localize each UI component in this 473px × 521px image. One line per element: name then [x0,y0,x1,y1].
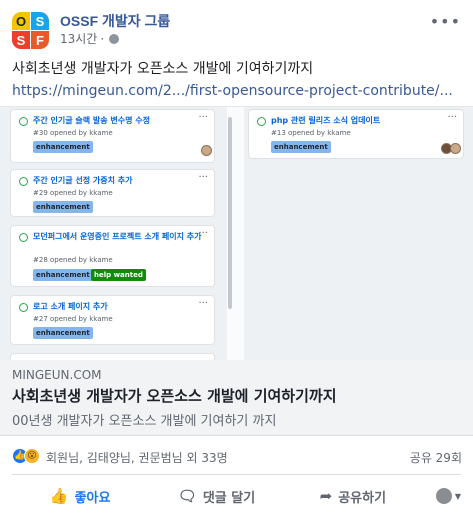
issue-card: php 관련 릴리즈 소식 업데이트 #13 opened by kkame ·… [248,109,464,159]
post-text: 사회초년생 개발자가 오픈소스 개발에 기여하기까지 [12,61,314,77]
issue-card: 주간 인기글 슬랙 발송 변수명 수정 #30 opened by kkame … [10,109,215,163]
card-menu-icon: ··· [447,112,457,123]
like-button[interactable]: 👍 좋아요 [12,479,148,513]
issue-open-icon [19,303,28,312]
post-link[interactable]: https://mingeun.com/2.../first-opensourc… [12,83,453,99]
issue-title: 주간 인기글 슬랙 발송 변수명 수정 [33,116,150,125]
reaction-names[interactable]: 회원님, 김태양님, 권문범님 외 33명 [46,449,228,466]
avatar [201,145,212,156]
logo-letter: S [31,12,49,30]
issue-title: php 관련 릴리즈 소식 업데이트 [271,116,381,125]
divider [12,474,461,475]
issue-meta: #29 opened by kkame [33,189,113,197]
share-label: 공유하기 [338,490,387,506]
issue-title: 로고 소개 페이지 추가 [33,302,108,311]
post-meta: 13시간 · [60,30,120,47]
link-title[interactable]: 사회초년생 개발자가 오픈소스 개발에 기여하기까지 [12,385,337,406]
card-menu-icon: ··· [198,112,208,123]
issue-open-icon [257,117,266,126]
caret-down-icon: ▼ [454,491,461,501]
logo-letter: O [12,12,30,30]
link-domain: MINGEUN.COM [12,368,102,382]
like-label: 좋아요 [74,490,111,506]
board-column-left: 주간 인기글 슬랙 발송 변수명 수정 #30 opened by kkame … [0,107,227,360]
thumbs-up-icon: 👍 [49,487,69,505]
issue-title: 주간 인기글 선정 가중치 추가 [33,176,133,185]
board-column-right: php 관련 릴리즈 소식 업데이트 #13 opened by kkame ·… [244,107,473,360]
page-logo[interactable]: O S S F [10,10,50,50]
issue-card-partial [10,353,215,360]
link-preview-image[interactable]: 주간 인기글 슬랙 발송 변수명 수정 #30 opened by kkame … [0,106,473,360]
card-menu-icon: ··· [198,228,208,239]
post-header: O S S F OSSF 개발자 그룹 13시간 · ••• [10,8,465,50]
comment-label: 댓글 달기 [202,490,256,506]
label-enhancement: enhancement [33,327,93,339]
globe-icon [109,33,120,44]
share-count[interactable]: 공유 29회 [410,449,462,466]
label-enhancement: enhancement [271,141,331,153]
issue-open-icon [19,177,28,186]
logo-letter: S [12,31,30,49]
reactions-bar: 👍 😮 회원님, 김태양님, 권문범님 외 33명 공유 29회 [12,446,462,466]
issue-meta: #27 opened by kkame [33,315,113,323]
more-options-icon[interactable]: ••• [430,12,461,31]
issue-meta: #13 opened by kkame [271,129,351,137]
post-time[interactable]: 13시간 [60,30,97,47]
page-name-link[interactable]: OSSF 개발자 그룹 [60,11,170,31]
share-icon: ➦ [319,487,333,505]
issue-open-icon [19,233,28,242]
share-button[interactable]: ➦ 공유하기 [285,479,421,513]
label-enhancement: enhancement [33,141,93,153]
card-menu-icon: ··· [198,298,208,309]
column-scrollbar[interactable] [228,117,232,309]
issue-meta: #30 opened by kkame [33,129,113,137]
issue-card: 로고 소개 페이지 추가 #27 opened by kkame ··· enh… [10,295,215,345]
issue-meta: #28 opened by kkame [33,256,113,264]
wow-reaction-icon[interactable]: 😮 [24,448,40,464]
label-enhancement: enhancement [33,269,93,281]
avatar [435,488,452,504]
meta-separator: · [100,31,105,46]
label-help-wanted: help wanted [91,269,146,281]
comment-button[interactable]: 🗨 댓글 달기 [148,479,284,513]
link-preview-info[interactable]: MINGEUN.COM 사회초년생 개발자가 오픈소스 개발에 기여하기까지 0… [0,360,473,436]
label-enhancement: enhancement [33,201,93,213]
avatar [450,143,461,154]
issue-card: 모던퍼그에서 운영중인 프로젝트 소개 페이지 추가 #28 opened by… [10,225,215,287]
issue-open-icon [19,117,28,126]
post-actions: 👍 좋아요 🗨 댓글 달기 ➦ 공유하기 ▼ [12,479,461,513]
issue-title: 모던퍼그에서 운영중인 프로젝트 소개 페이지 추가 [33,232,202,241]
card-menu-icon: ··· [198,172,208,183]
link-description: 00년생 개발자가 오픈소스 개발에 기여하기 까지 [12,414,277,429]
logo-letter: F [31,31,49,49]
audience-selector[interactable]: ▼ [421,479,461,513]
comment-icon: 🗨 [177,487,197,505]
issue-card: 주간 인기글 선정 가중치 추가 #29 opened by kkame ···… [10,169,215,217]
